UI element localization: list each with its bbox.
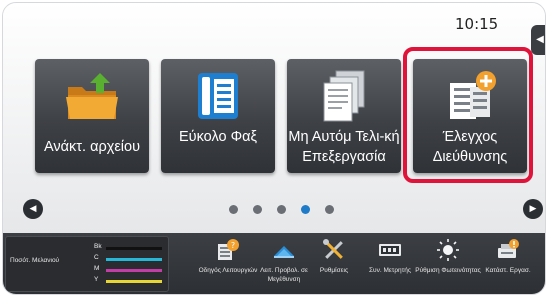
toner-bar-magenta xyxy=(106,269,162,272)
toner-row-bk: Bk xyxy=(94,243,166,253)
taskbar-settings[interactable]: Ρυθμίσεις xyxy=(305,236,363,294)
svg-text:?: ? xyxy=(231,241,235,250)
folder-upload-icon xyxy=(66,73,118,119)
toner-bar-cyan xyxy=(106,258,162,261)
toner-status[interactable]: Ποσότ. Μελανιού Bk C M Y xyxy=(5,236,169,292)
taskbar: Ποσότ. Μελανιού Bk C M Y ? Οδηγός Λειτου… xyxy=(3,233,545,294)
toner-row-c: C xyxy=(94,254,166,264)
taskbar-label: Ρύθμιση Φωτεινότητας xyxy=(415,267,481,274)
toner-label: M xyxy=(94,265,100,272)
taskbar-label: Κατάστ. Εργασ. xyxy=(485,267,531,274)
toner-row-y: Y xyxy=(94,276,166,286)
page-indicator-dot-active[interactable] xyxy=(301,205,310,214)
fax-icon xyxy=(198,73,238,119)
tile-label: Εύκολο Φαξ xyxy=(178,129,258,145)
toner-label: Y xyxy=(94,276,99,283)
toner-bar-black xyxy=(106,247,162,250)
page-indicator-dot[interactable] xyxy=(229,205,238,214)
device-screen: 10:15 ◀ Ανάκτ. αρχείου Εύκολο Φαξ Μη Αυτ… xyxy=(2,2,546,295)
toner-title: Ποσότ. Μελανιού xyxy=(10,257,60,264)
counter-icon xyxy=(379,244,401,256)
toner-label: Bk xyxy=(94,243,102,250)
tile-manual-finishing[interactable]: Μη Αυτόμ Τελι-κή Επεξεργασία xyxy=(287,59,401,173)
taskbar-operation-guide[interactable]: ? Οδηγός Λειτουργιών xyxy=(199,236,257,294)
page-indicator-dot[interactable] xyxy=(253,205,262,214)
previous-page-button[interactable]: ◀ xyxy=(23,199,43,219)
tile-label: Μη Αυτόμ Τελι-κή Επεξεργασία xyxy=(288,129,400,165)
page-indicator-dot[interactable] xyxy=(277,205,286,214)
toner-bar-yellow xyxy=(106,280,162,283)
next-page-button[interactable]: ▶ xyxy=(523,199,543,219)
highlight-frame xyxy=(403,47,533,183)
tile-label: Ανάκτ. αρχείου xyxy=(44,139,140,155)
brightness-icon xyxy=(437,239,459,261)
tile-file-retrieve[interactable]: Ανάκτ. αρχείου xyxy=(35,59,149,173)
settings-tools-icon xyxy=(323,239,343,259)
taskbar-job-status[interactable]: Κατάστ. Εργασ. xyxy=(479,236,537,294)
taskbar-brightness[interactable]: Ρύθμιση Φωτεινότητας xyxy=(415,236,481,294)
document-stack-icon xyxy=(323,70,365,122)
side-panel-handle[interactable]: ◀ xyxy=(531,25,545,55)
tile-easy-fax[interactable]: Εύκολο Φαξ xyxy=(161,59,275,173)
magnify-icon xyxy=(274,246,294,258)
toner-label: C xyxy=(94,254,99,261)
home-screen: 10:15 ◀ Ανάκτ. αρχείου Εύκολο Φαξ Μη Αυτ… xyxy=(3,3,545,233)
page-indicator-dot[interactable] xyxy=(325,205,334,214)
toner-row-m: M xyxy=(94,265,166,275)
taskbar-label: Συν. Μετρητής xyxy=(369,267,411,274)
operation-guide-icon: ? xyxy=(218,239,239,260)
job-status-icon xyxy=(498,239,519,258)
clock: 10:15 xyxy=(455,15,499,33)
taskbar-total-count[interactable]: Συν. Μετρητής xyxy=(361,236,419,294)
